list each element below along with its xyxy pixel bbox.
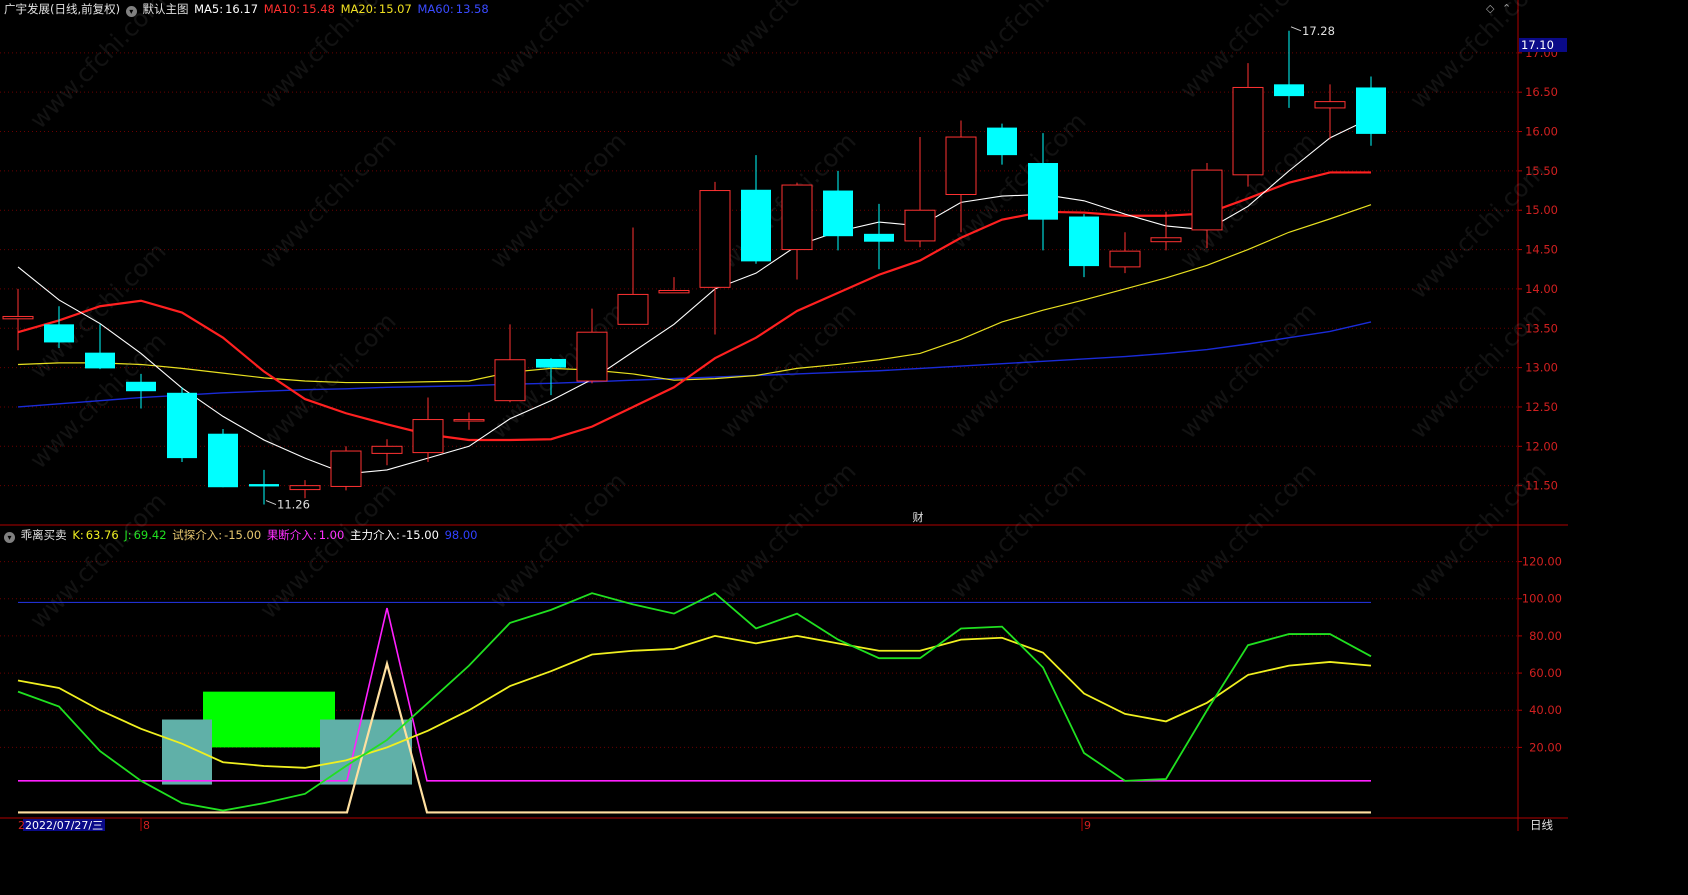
ma20-line — [17, 204, 1372, 384]
price-tick-label: 11.50 — [1525, 479, 1558, 493]
watermark-text: www.cfchi.com — [714, 0, 861, 74]
candle-body-up — [904, 209, 936, 242]
candle-body-down — [126, 381, 156, 392]
watermark-text: www.cfchi.com — [944, 297, 1091, 444]
candle-body-down — [249, 484, 279, 487]
candle-body-down — [208, 433, 238, 488]
candle-body-down — [823, 190, 853, 237]
candle-body-down — [1028, 163, 1058, 220]
price-tick-label: 15.50 — [1525, 164, 1558, 178]
date-cursor-label: 2022/07/27/三 — [25, 819, 103, 831]
candle-body-down — [85, 352, 115, 369]
watermark-text: www.cfchi.com — [944, 0, 1091, 94]
watermark-text: www.cfchi.com — [1174, 297, 1321, 444]
price-tick-label: 12.50 — [1525, 400, 1558, 414]
candle-body-up — [1109, 250, 1141, 268]
price-tick-label: 14.50 — [1525, 243, 1558, 257]
candle-body-up — [1191, 169, 1223, 231]
candle-body-up — [453, 419, 485, 422]
oscillator — [17, 592, 1372, 814]
osc-tick-label: 60.00 — [1529, 666, 1562, 680]
last-price-label: 17.10 — [1521, 38, 1554, 52]
ma5-line — [17, 117, 1372, 475]
candles — [2, 30, 1386, 505]
candle-body-up — [2, 315, 34, 320]
candle-body-up — [412, 419, 444, 454]
period-label: 日线 — [1530, 818, 1553, 831]
candle-body-up — [494, 359, 526, 402]
candle-body-down — [44, 324, 74, 343]
ma60-series — [17, 321, 1372, 408]
candle-body-up — [1314, 101, 1346, 109]
candle-body-up — [576, 331, 608, 382]
diamond-icon: ◇ — [1486, 2, 1495, 15]
high-mark: 17.28 — [1302, 24, 1335, 38]
price-tick-label: 15.00 — [1525, 203, 1558, 217]
candle-body-up — [1150, 237, 1182, 243]
candle-body-down — [1356, 87, 1386, 134]
candle-body-up — [1232, 86, 1264, 176]
watermark-text: www.cfchi.com — [24, 0, 171, 134]
ma20-series — [17, 204, 1372, 384]
watermark-text: www.cfchi.com — [254, 127, 401, 274]
osc-tick-label: 40.00 — [1529, 703, 1562, 717]
price-tick-label: 12.00 — [1525, 439, 1558, 453]
candle-body-up — [371, 445, 403, 454]
price-tick-label: 16.00 — [1525, 125, 1558, 139]
watermark-text: www.cfchi.com — [944, 457, 1091, 604]
watermark-text: www.cfchi.com — [714, 457, 861, 604]
watermark-text: www.cfchi.com — [24, 487, 171, 634]
candle-body-up — [699, 190, 731, 288]
bottom-left-mark: 2 — [18, 819, 25, 831]
candle-body-down — [987, 127, 1017, 156]
low-mark: 11.26 — [277, 498, 310, 512]
cai-icon: 财 — [913, 510, 924, 524]
candle-body-up — [658, 289, 690, 294]
candle-body-down — [1274, 84, 1304, 97]
month-8-label: 8 — [143, 819, 150, 831]
osc-tick-label: 120.00 — [1522, 555, 1562, 569]
candle-body-up — [617, 293, 649, 325]
candle-body-down — [536, 358, 566, 368]
candle-body-down — [167, 392, 197, 459]
price-tick-label: 16.50 — [1525, 85, 1558, 99]
watermark-text: www.cfchi.com — [254, 0, 401, 114]
candle-body-down — [741, 189, 771, 262]
osc-tick-label: 80.00 — [1529, 629, 1562, 643]
candle-body-up — [330, 450, 362, 487]
candle-body-up — [781, 184, 813, 251]
try-block-left — [162, 719, 212, 785]
price-tick-label: 13.50 — [1525, 321, 1558, 335]
ma5-series — [17, 117, 1372, 475]
osc-tick-label: 20.00 — [1529, 740, 1562, 754]
low-mark-pointer — [265, 500, 277, 506]
watermark-text: www.cfchi.com — [714, 297, 861, 444]
watermark-text: www.cfchi.com — [484, 0, 631, 94]
candle-body-down — [1069, 216, 1099, 267]
month-9-label: 9 — [1084, 819, 1091, 831]
watermark-text: www.cfchi.com — [1174, 457, 1321, 604]
watermark-text: www.cfchi.com — [484, 127, 631, 274]
candle-body-down — [864, 233, 894, 242]
high-mark-pointer — [1290, 26, 1302, 32]
chart-canvas[interactable]: www.cfchi.com www.cfchi.com www.cfchi.com w… — [0, 0, 1568, 831]
collapse-icon: ⌃ — [1502, 2, 1511, 15]
candle-body-up — [289, 485, 321, 491]
price-tick-label: 13.00 — [1525, 361, 1558, 375]
ma60-line — [17, 321, 1372, 408]
watermark-text: www.cfchi.com — [484, 467, 631, 614]
decisive-block — [203, 691, 335, 748]
price-tick-label: 14.00 — [1525, 282, 1558, 296]
candle-body-up — [945, 136, 977, 195]
osc-tick-label: 100.00 — [1522, 592, 1562, 606]
